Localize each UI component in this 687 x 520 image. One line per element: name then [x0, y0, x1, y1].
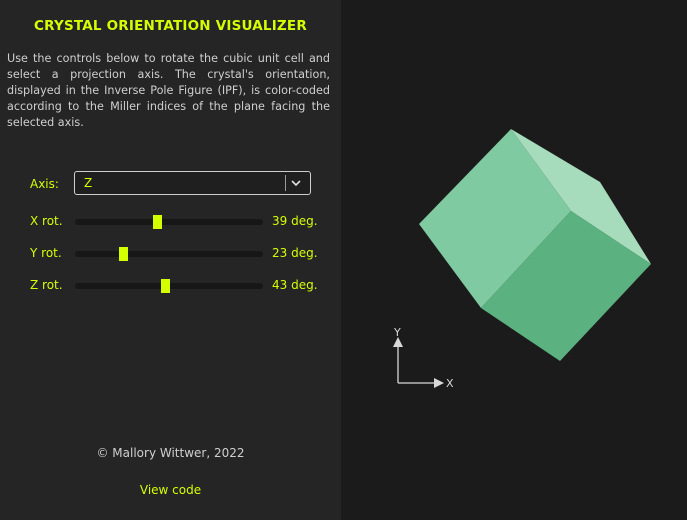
3d-viewport[interactable]: Y X	[341, 0, 687, 520]
axis-select[interactable]: Z	[74, 171, 311, 195]
x-rot-value: 39 deg.	[272, 214, 318, 228]
y-rot-slider[interactable]	[75, 247, 263, 261]
z-rot-slider[interactable]	[75, 279, 263, 293]
view-code-link[interactable]: View code	[0, 483, 341, 497]
control-panel: CRYSTAL ORIENTATION VISUALIZER Use the c…	[0, 0, 341, 520]
z-rot-label: Z rot.	[30, 278, 63, 292]
x-rot-label: X rot.	[30, 214, 63, 228]
x-rot-slider-thumb[interactable]	[153, 215, 163, 229]
z-rot-value: 43 deg.	[272, 278, 318, 292]
y-rot-slider-thumb[interactable]	[119, 247, 129, 261]
axes-indicator: Y X	[393, 326, 454, 390]
copyright-text: © Mallory Wittwer, 2022	[96, 446, 245, 460]
z-rot-slider-thumb[interactable]	[160, 279, 170, 293]
chevron-down-icon[interactable]	[285, 175, 306, 191]
axis-x-label: X	[446, 377, 454, 390]
axis-label: Axis:	[30, 177, 59, 191]
y-rot-value: 23 deg.	[272, 246, 318, 260]
axis-y-label: Y	[393, 326, 401, 339]
panel-description: Use the controls below to rotate the cub…	[7, 52, 330, 129]
y-rot-label: Y rot.	[30, 246, 62, 260]
x-rot-slider[interactable]	[75, 215, 263, 229]
unit-cell-cube[interactable]	[341, 0, 687, 520]
panel-title: CRYSTAL ORIENTATION VISUALIZER	[34, 18, 307, 34]
axis-select-value: Z	[84, 176, 93, 190]
